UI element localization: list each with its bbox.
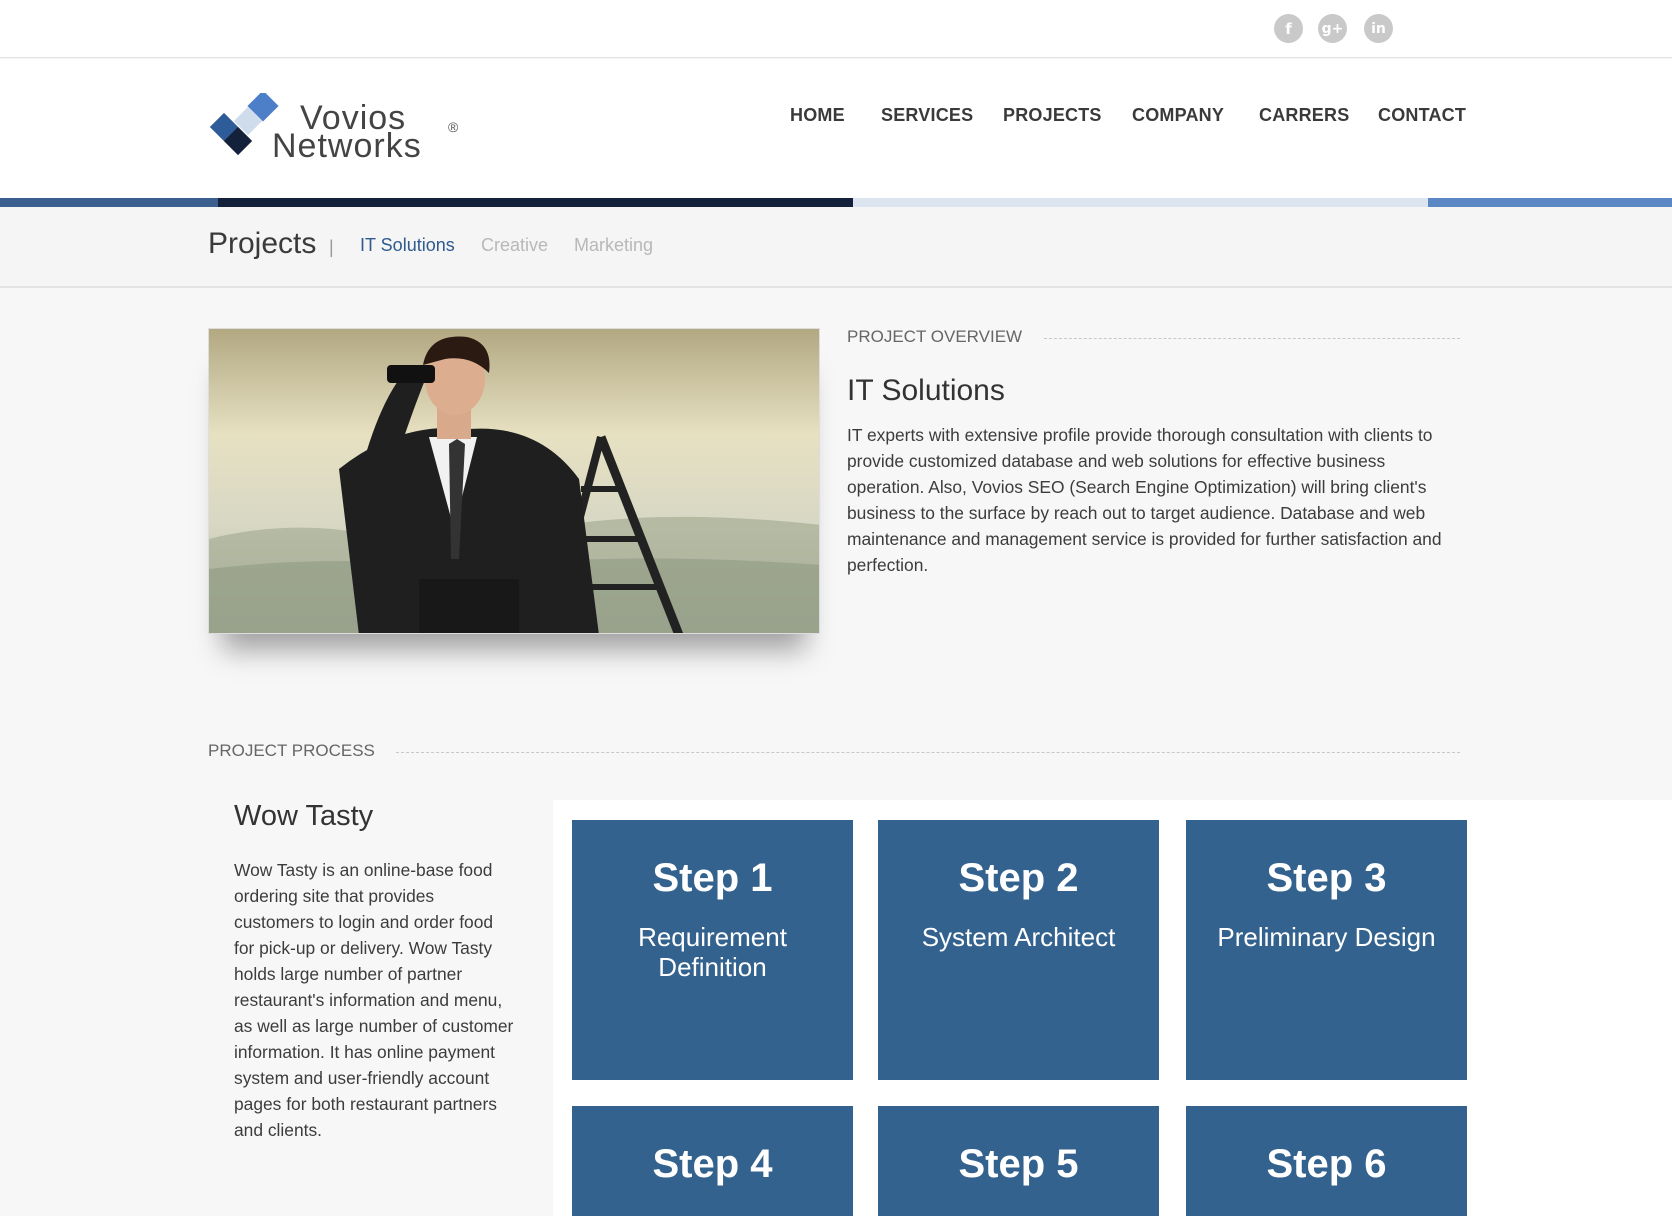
process-project-title: Wow Tasty	[234, 800, 374, 832]
google-plus-icon[interactable]: g+	[1318, 14, 1347, 43]
step-number: Step 6	[1266, 1142, 1387, 1186]
step-card-3[interactable]: Step 3 Preliminary Design	[1186, 820, 1467, 1080]
tab-marketing[interactable]: Marketing	[574, 235, 653, 256]
header-stripe	[1428, 198, 1672, 207]
step-card-4[interactable]: Step 4	[572, 1106, 853, 1216]
project-overview-label: PROJECT OVERVIEW	[847, 327, 1023, 346]
step-description: Requirement Definition	[638, 922, 787, 982]
overview-title: IT Solutions	[847, 374, 1005, 407]
nav-contact[interactable]: CONTACT	[1378, 105, 1466, 129]
section-divider	[1044, 338, 1460, 339]
step-card-2[interactable]: Step 2 System Architect	[878, 820, 1159, 1080]
nav-carrers[interactable]: CARRERS	[1259, 105, 1349, 129]
tab-creative[interactable]: Creative	[481, 235, 548, 256]
nav-projects[interactable]: PROJECTS	[1003, 105, 1102, 129]
tab-it-solutions[interactable]: IT Solutions	[360, 235, 455, 256]
project-hero-image	[208, 328, 820, 634]
nav-services[interactable]: SERVICES	[881, 105, 973, 129]
step-number: Step 2	[958, 856, 1079, 900]
nav-home[interactable]: HOME	[790, 105, 845, 129]
logo-registered-mark: ®	[448, 119, 459, 135]
step-card-5[interactable]: Step 5	[878, 1106, 1159, 1216]
step-number: Step 5	[958, 1142, 1079, 1186]
project-process-label: PROJECT PROCESS	[208, 741, 375, 760]
facebook-icon[interactable]: f	[1274, 14, 1303, 43]
section-divider	[396, 752, 1460, 753]
step-description: System Architect	[921, 922, 1116, 952]
process-description: Wow Tasty is an online-base food orderin…	[234, 860, 514, 1140]
site-header: Vovios Networks ® HOME SERVICES PROJECTS…	[0, 59, 1672, 198]
logo-text-line2: Networks	[272, 127, 422, 165]
step-number: Step 1	[652, 856, 773, 900]
step-card-1[interactable]: Step 1 Requirement Definition	[572, 820, 853, 1080]
logo[interactable]: Vovios Networks ®	[208, 93, 468, 173]
step-description: Preliminary Design	[1217, 922, 1436, 952]
page-title: Projects	[208, 227, 317, 260]
top-bar: f g+ in	[0, 0, 1672, 58]
divider: |	[329, 237, 334, 257]
header-stripe	[0, 198, 218, 207]
sub-navigation: Projects | IT Solutions Creative Marketi…	[0, 207, 1672, 288]
linkedin-icon[interactable]: in	[1364, 14, 1393, 43]
step-number: Step 3	[1266, 856, 1387, 900]
header-stripe	[853, 198, 1428, 207]
step-number: Step 4	[652, 1142, 773, 1186]
businessman-binoculars-illustration	[209, 336, 819, 633]
header-stripe	[218, 198, 853, 207]
overview-description: IT experts with extensive profile provid…	[847, 425, 1442, 575]
step-card-6[interactable]: Step 6	[1186, 1106, 1467, 1216]
nav-company[interactable]: COMPANY	[1132, 105, 1224, 129]
